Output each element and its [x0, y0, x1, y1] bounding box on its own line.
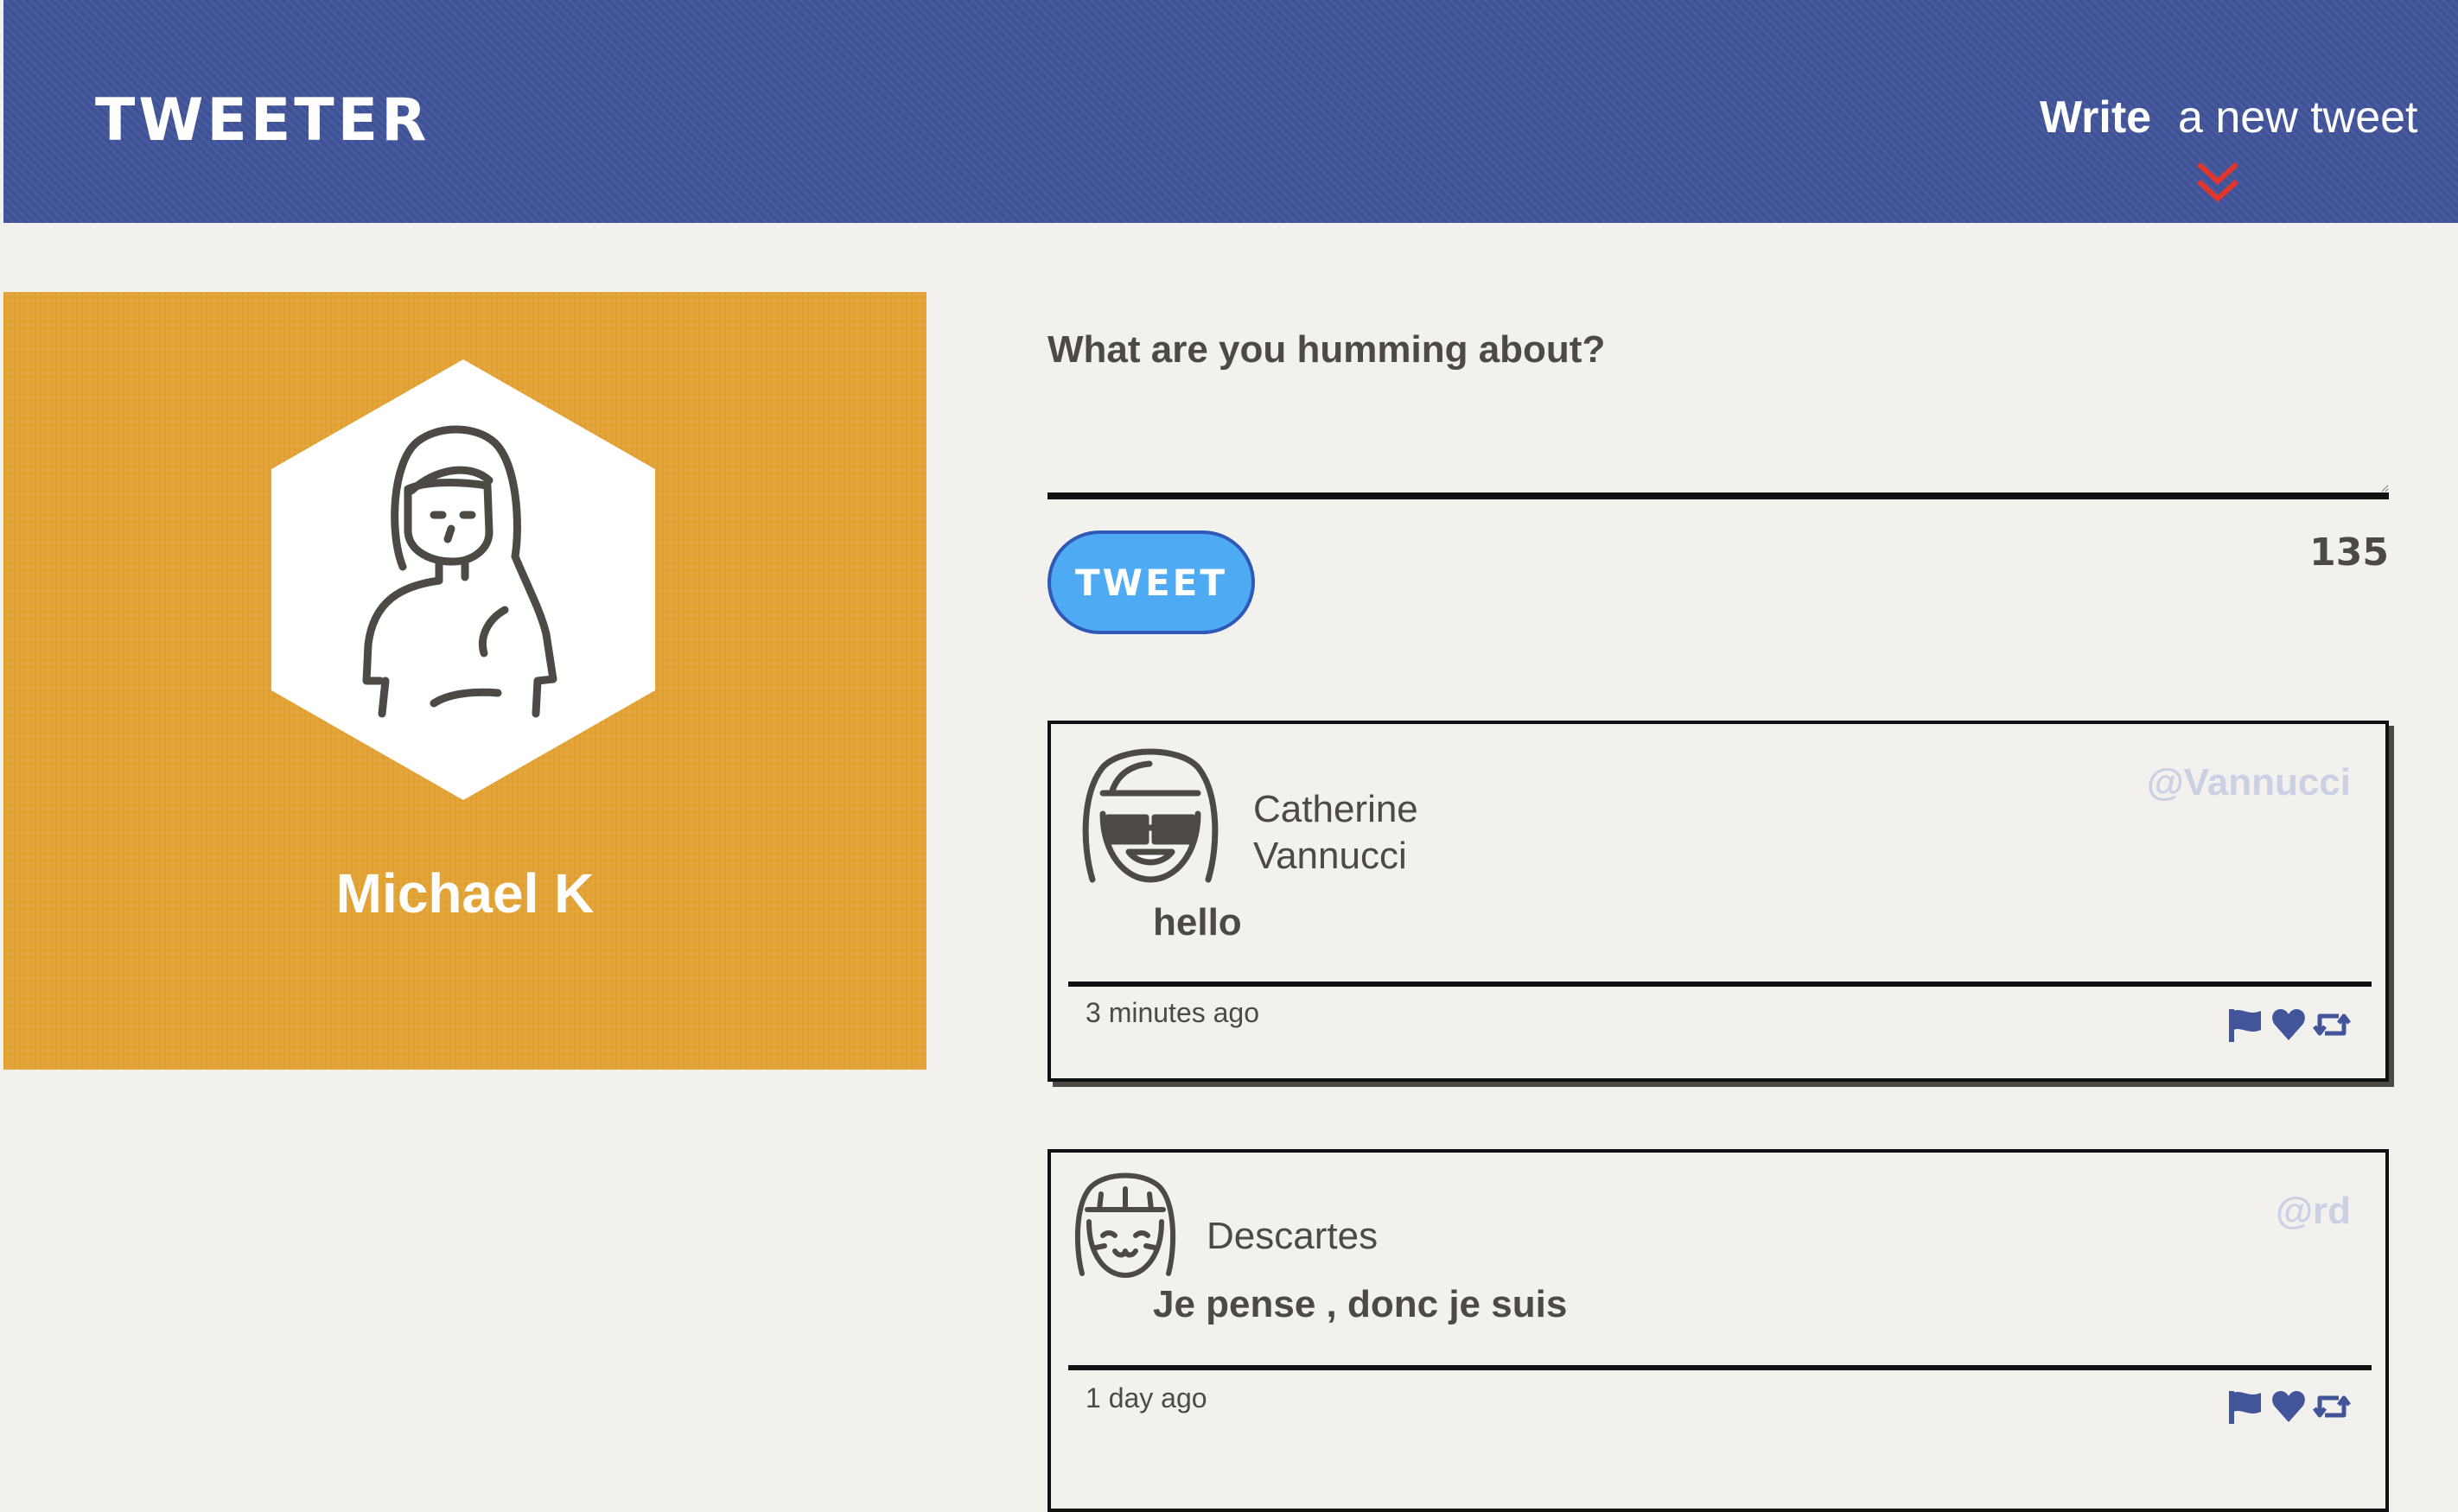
- tweet-actions: [2226, 1388, 2351, 1426]
- compose-label: What are you humming about?: [1048, 328, 1606, 371]
- write-new-tweet-toggle[interactable]: Write a new tweet: [2029, 86, 2418, 216]
- girl-sunglasses-avatar-icon: [1082, 748, 1219, 883]
- tweet-actions: [2226, 1006, 2351, 1044]
- profile-card: Michael K: [3, 292, 927, 1070]
- profile-name: Michael K: [335, 862, 595, 924]
- tweet-content: hello: [1153, 901, 1242, 943]
- retweet-icon[interactable]: [2313, 1006, 2351, 1044]
- tweet-timestamp: 1 day ago: [1086, 1382, 1207, 1414]
- tweet-card: Catherine Vannucci @Vannucci hello 3 min…: [1048, 721, 2389, 1082]
- tweet-author-name: Catherine Vannucci: [1253, 786, 1418, 880]
- new-tweet-label: a new tweet: [2178, 92, 2418, 143]
- tweet-divider: [1068, 982, 2372, 987]
- character-counter: 135: [2309, 530, 2389, 575]
- write-label: Write: [2040, 92, 2152, 143]
- heart-icon[interactable]: [2270, 1388, 2308, 1426]
- woman-avatar-icon: [271, 359, 655, 800]
- flag-icon[interactable]: [2226, 1388, 2264, 1426]
- tweet-handle[interactable]: @rd: [2276, 1185, 2351, 1237]
- flag-icon[interactable]: [2226, 1006, 2264, 1044]
- tweet-author-last: Vannucci: [1253, 835, 1407, 877]
- tweet-content: Je pense , donc je suis: [1153, 1283, 1568, 1325]
- retweet-icon[interactable]: [2313, 1388, 2351, 1426]
- top-nav-bar: TWEETER Write a new tweet: [3, 0, 2458, 223]
- tweet-card: Descartes @rd Je pense , donc je suis 1 …: [1048, 1149, 2389, 1512]
- tweet-author-name: Descartes: [1207, 1215, 1379, 1257]
- tweet-timestamp: 3 minutes ago: [1086, 997, 1260, 1028]
- tweet-author-first: Catherine: [1253, 788, 1418, 830]
- heart-icon[interactable]: [2270, 1006, 2308, 1044]
- app-logo[interactable]: TWEETER: [95, 86, 430, 156]
- tweet-handle[interactable]: @Vannucci: [2147, 757, 2351, 809]
- tweet-textarea[interactable]: [1048, 403, 2389, 499]
- tweet-button[interactable]: TWEET: [1048, 530, 1255, 634]
- double-chevron-down-icon[interactable]: [2194, 159, 2242, 206]
- girl-smiling-avatar-icon: [1074, 1172, 1176, 1278]
- tweet-divider: [1068, 1365, 2372, 1370]
